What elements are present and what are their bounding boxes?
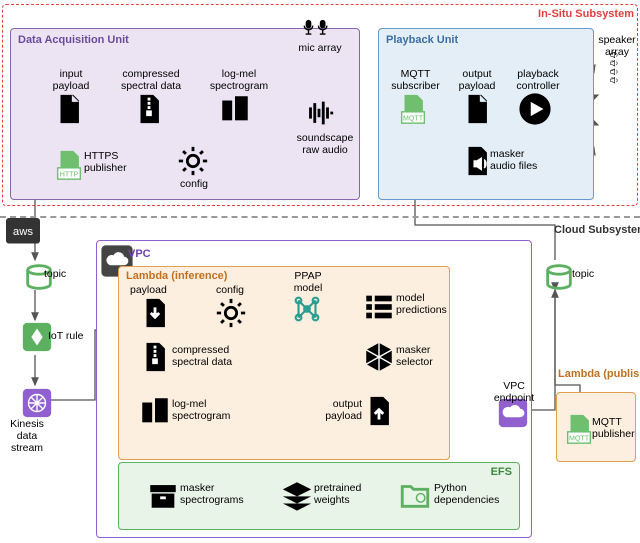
microphone-icon [300, 10, 334, 44]
vpc-endpoint-label: VPC endpoint [490, 380, 538, 404]
brain-icon [290, 292, 324, 326]
logmel-label: log-mel spectrogram [204, 68, 274, 92]
config-lambda-label: config [210, 284, 250, 296]
topic2-label: topic [572, 268, 606, 280]
zip-icon [132, 92, 166, 126]
python-deps-label: Python dependencies [434, 482, 504, 506]
topic-icon [542, 260, 576, 294]
soundscape-label: soundscape raw audio [290, 132, 360, 156]
compressed-label: compressed spectral data [116, 68, 186, 92]
ppap-label: PPAP model [286, 270, 330, 294]
mqtt-icon: MQTT [562, 412, 596, 446]
speaker-array-label: speaker array [594, 34, 640, 58]
list-icon [362, 290, 396, 324]
masker-sel-label: masker selector [396, 344, 446, 368]
file-icon [52, 92, 86, 126]
lambda-pub-title: Lambda (publisher) [558, 368, 634, 380]
logmel2-label: log-mel spectrogram [172, 398, 238, 422]
kinesis-icon [20, 386, 54, 420]
topic1-label: topic [44, 268, 78, 280]
waveform-icon [302, 96, 336, 130]
masker-files-label: masker audio files [490, 148, 536, 172]
layers-icon [280, 478, 314, 512]
polyhedron-icon [362, 340, 396, 374]
mqtt-pub-label: MQTT publisher [592, 416, 636, 440]
output-payload-label: output payload [318, 398, 362, 422]
in-situ-label: In-Situ Subsystem [538, 8, 634, 20]
payload-label: payload [130, 284, 176, 296]
archive-icon [146, 478, 180, 512]
svg-text:MQTT: MQTT [569, 434, 590, 442]
svg-text:HTTP: HTTP [60, 170, 79, 178]
output-payload-pb-label: output payload [452, 68, 502, 92]
mqtt-sub-label: MQTT subscriber [388, 68, 443, 92]
pretrained-label: pretrained weights [314, 482, 370, 506]
vpc-title: VPC [128, 248, 151, 260]
zip-icon [138, 340, 172, 374]
lambda-inf-title: Lambda (inference) [126, 270, 227, 282]
efs-title: EFS [491, 466, 512, 478]
audio-file-icon [460, 144, 494, 178]
mic-array-label: mic array [295, 42, 345, 54]
file-icon [460, 92, 494, 126]
model-pred-label: model predictions [396, 292, 452, 316]
https-pub-label: HTTPS publisher [84, 150, 134, 174]
upload-file-icon [362, 394, 396, 428]
playback-title: Playback Unit [386, 34, 458, 46]
svg-text:MQTT: MQTT [403, 114, 424, 122]
cloud-label: Cloud Subsystem [554, 224, 634, 236]
gear-icon [176, 144, 210, 178]
iot-label: IoT rule [48, 330, 92, 342]
http-icon: HTTP [52, 148, 86, 182]
kinesis-label: Kinesis data stream [4, 418, 50, 454]
svg-text:aws: aws [13, 226, 33, 238]
input-payload-label: input payload [46, 68, 96, 92]
spectrogram-icon [218, 92, 252, 126]
playback-ctrl-label: playback controller [510, 68, 566, 92]
spectrogram-icon [138, 394, 172, 428]
compressed2-label: compressed spectral data [172, 344, 238, 368]
play-icon [518, 92, 552, 126]
subsystem-divider [0, 216, 640, 218]
folder-gear-icon [398, 478, 432, 512]
mqtt-icon: MQTT [396, 92, 430, 126]
daq-title: Data Acquisition Unit [18, 34, 129, 46]
aws-icon: aws [6, 218, 40, 252]
masker-spec-label: masker spectrograms [180, 482, 246, 506]
gear-icon [214, 296, 248, 330]
config-daq-label: config [176, 178, 212, 190]
download-file-icon [138, 296, 172, 330]
architecture-diagram: In-Situ Subsystem Cloud Subsystem Data A… [0, 0, 640, 543]
